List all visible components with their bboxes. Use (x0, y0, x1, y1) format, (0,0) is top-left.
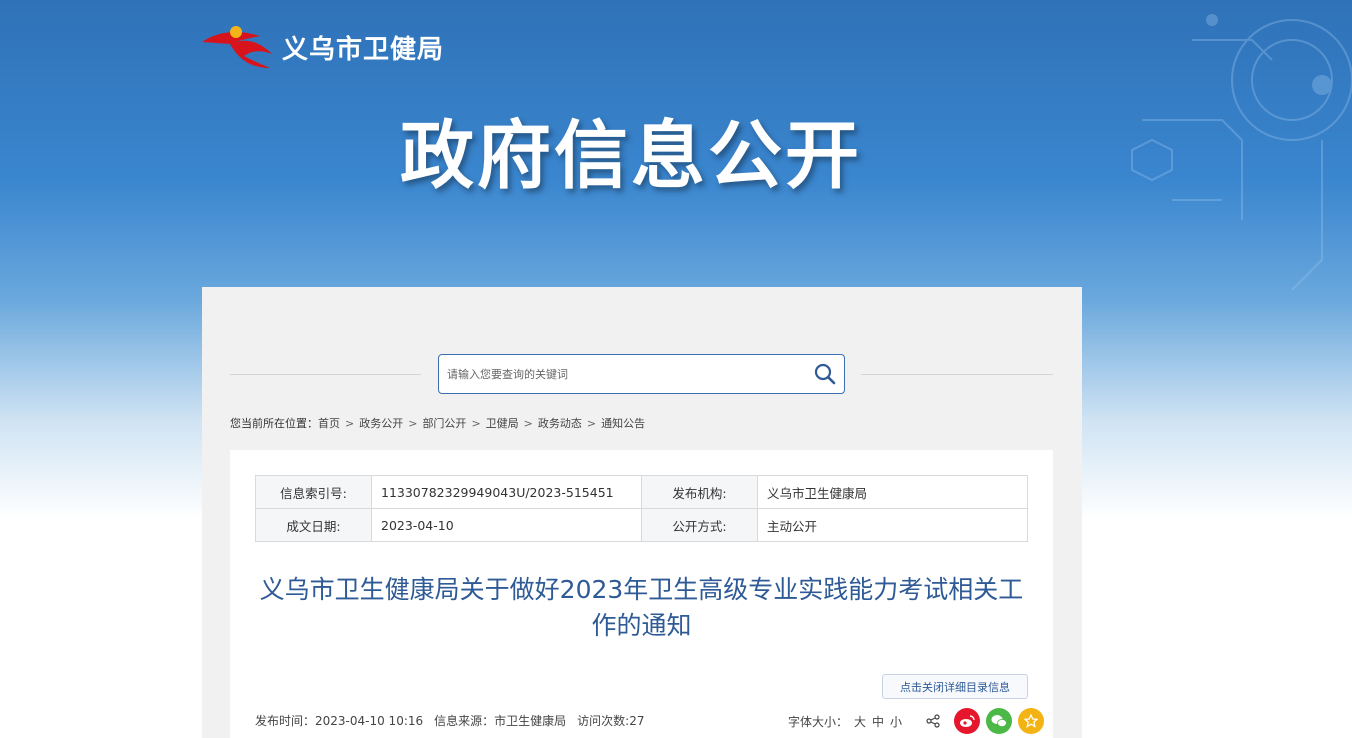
main-panel: 您当前所在位置： 首页 > 政务公开 > 部门公开 > 卫健局 > 政务动态 >… (202, 287, 1082, 738)
site-name: 义乌市卫健局 (282, 34, 445, 65)
toggle-details-button[interactable]: 点击关闭详细目录信息 (882, 674, 1028, 699)
favorite-button[interactable] (1018, 708, 1045, 734)
banner-circuit-decoration (1131, 14, 1352, 291)
font-size-medium[interactable]: 中 (872, 713, 884, 730)
publisher-label: 发布机构: (641, 475, 758, 509)
index-value: 11330782329949043U/2023-515451 (371, 475, 642, 509)
date-value: 2023-04-10 (371, 508, 642, 542)
index-label: 信息索引号: (255, 475, 372, 509)
font-size-large[interactable]: 大 (854, 713, 866, 730)
info-source: 信息来源：市卫生健康局 (434, 714, 567, 728)
breadcrumb: 您当前所在位置： 首页 > 政务公开 > 部门公开 > 卫健局 > 政务动态 >… (230, 415, 645, 431)
publisher-value: 义乌市卫生健康局 (757, 475, 1028, 509)
site-logo[interactable]: 义乌市卫健局 (200, 24, 444, 70)
breadcrumb-item-news[interactable]: 政务动态 (538, 415, 582, 431)
search-input[interactable] (439, 355, 806, 393)
breadcrumb-separator: > (471, 416, 481, 430)
search-icon (814, 363, 836, 385)
wechat-icon (991, 715, 1007, 727)
meta-info-table: 信息索引号: 11330782329949043U/2023-515451 发布… (255, 475, 1028, 542)
divider-left (230, 374, 421, 375)
breadcrumb-item-health-bureau[interactable]: 卫健局 (486, 415, 519, 431)
weibo-icon (960, 715, 975, 727)
weibo-share-button[interactable] (954, 708, 981, 734)
font-size-label: 字体大小： (788, 714, 849, 729)
publish-time: 发布时间：2023-04-10 10:16 (255, 714, 424, 728)
search-box (438, 354, 845, 394)
document-title: 义乌市卫生健康局关于做好2023年卫生高级专业实践能力考试相关工作的通知 (259, 575, 1024, 640)
article-tools: 字体大小： 大 中 小 (788, 708, 1045, 734)
table-row: 成文日期: 2023-04-10 公开方式: 主动公开 (255, 508, 1028, 542)
table-row: 信息索引号: 11330782329949043U/2023-515451 发布… (255, 475, 1028, 509)
breadcrumb-label: 您当前所在位置： (230, 417, 318, 430)
breadcrumb-separator: > (523, 416, 533, 430)
breadcrumb-item-departments[interactable]: 部门公开 (422, 415, 466, 431)
star-icon (1024, 714, 1039, 728)
article-content: 信息索引号: 11330782329949043U/2023-515451 发布… (230, 450, 1053, 738)
divider-right (861, 374, 1053, 375)
date-label: 成文日期: (255, 508, 372, 542)
share-icon[interactable] (926, 714, 940, 728)
wechat-share-button[interactable] (986, 708, 1013, 734)
breadcrumb-separator: > (345, 416, 355, 430)
logo-emblem-icon (202, 26, 272, 68)
banner-title: 政府信息公开 (400, 113, 862, 199)
info-bar: 发布时间：2023-04-10 10:16 信息来源：市卫生健康局 访问次数:2… (255, 712, 644, 729)
mode-label: 公开方式: (641, 508, 758, 542)
mode-value: 主动公开 (757, 508, 1028, 542)
breadcrumb-item-notices[interactable]: 通知公告 (601, 415, 645, 431)
breadcrumb-separator: > (408, 416, 418, 430)
search-button[interactable] (806, 355, 844, 393)
breadcrumb-item-gov-affairs[interactable]: 政务公开 (359, 415, 403, 431)
font-size-small[interactable]: 小 (890, 713, 902, 730)
breadcrumb-item-home[interactable]: 首页 (318, 415, 340, 431)
visit-count: 访问次数:27 (577, 714, 645, 728)
breadcrumb-separator: > (586, 416, 597, 430)
